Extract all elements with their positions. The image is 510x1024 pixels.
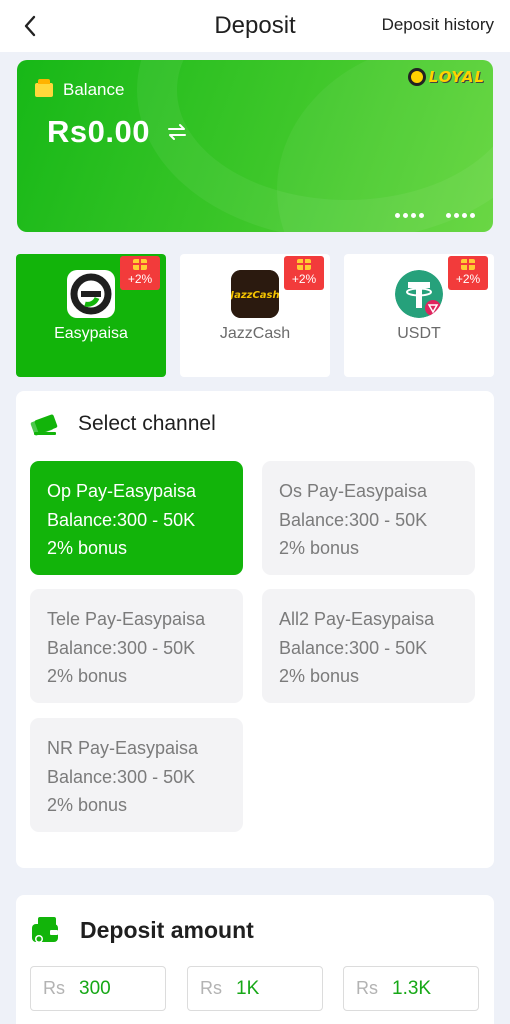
channel-name: All2 Pay-Easypaisa [279,609,435,629]
bonus-tag-text: +2% [127,272,153,286]
jazzcash-logo-icon: JazzCash [231,270,279,318]
channel-bonus: 2% bonus [279,666,360,686]
masked-card-number [395,213,475,218]
back-arrow-icon [24,15,36,37]
channel-option[interactable]: Op Pay-Easypaisa Balance:300 - 50K 2% bo… [30,461,243,575]
channel-bonus: 2% bonus [47,538,128,558]
deposit-amount-title: Deposit amount [80,916,254,943]
card-edit-icon [30,414,58,436]
payment-method-jazzcash[interactable]: JazzCash JazzCash +2% [180,254,330,377]
channel-name: Os Pay-Easypaisa [279,481,428,501]
payment-method-label: JazzCash [219,325,291,342]
channel-option[interactable]: All2 Pay-Easypaisa Balance:300 - 50K 2% … [262,589,475,703]
usdt-logo-icon [395,270,443,318]
channel-bonus: 2% bonus [279,538,360,558]
amount-option[interactable]: Rs 1K [187,966,323,1011]
bonus-tag: +2% [120,256,160,290]
payment-method-list: Easypaisa +2% JazzCash JazzCash +2% USDT… [16,254,494,377]
payment-method-label: Easypaisa [54,325,128,342]
wallet-icon [35,79,53,97]
balance-label-row: Balance [35,79,125,100]
money-wallet-icon [32,917,58,943]
easypaisa-logo-icon [67,270,115,318]
channel-option[interactable]: NR Pay-Easypaisa Balance:300 - 50K 2% bo… [30,718,243,832]
brand-emblem-icon [407,68,426,86]
gift-icon [297,259,311,270]
jazzcash-logo-text: JazzCash [231,290,279,301]
back-button[interactable] [14,10,46,42]
amount-value: 1K [236,977,260,999]
brand-logo: LOYAL [407,68,485,86]
deposit-amount-header: Deposit amount [30,915,254,945]
currency-label: Rs [43,978,65,998]
amount-value: 1.3K [392,977,432,999]
refresh-icon[interactable] [164,119,190,145]
top-bar: Deposit Deposit history [0,0,510,52]
amount-option[interactable]: Rs 300 [30,966,166,1011]
gift-icon [133,259,147,270]
gift-icon [461,259,475,270]
channel-option[interactable]: Os Pay-Easypaisa Balance:300 - 50K 2% bo… [262,461,475,575]
bonus-tag: +2% [448,256,488,290]
amount-value: 300 [79,977,111,999]
channel-range: Balance:300 - 50K [279,509,428,530]
bonus-tag-text: +2% [455,272,481,286]
balance-card: LOYAL Balance Rs0.00 [17,60,493,232]
channel-name: NR Pay-Easypaisa [47,738,199,758]
currency-label: Rs [200,978,222,998]
channel-range: Balance:300 - 50K [47,637,196,658]
channel-name: Op Pay-Easypaisa [47,481,197,501]
balance-amount-row: Rs0.00 [47,114,190,150]
bonus-tag-text: +2% [291,272,317,286]
deposit-history-link[interactable]: Deposit history [382,15,494,35]
channel-range: Balance:300 - 50K [279,637,428,658]
payment-method-easypaisa[interactable]: Easypaisa +2% [16,254,166,377]
bonus-tag: +2% [284,256,324,290]
channel-range: Balance:300 - 50K [47,766,196,787]
amount-option[interactable]: Rs 1.3K [343,966,479,1011]
balance-amount: Rs0.00 [47,114,150,149]
channel-bonus: 2% bonus [47,795,128,815]
channel-header: Select channel [30,411,216,437]
brand-name: LOYAL [428,68,485,86]
channel-range: Balance:300 - 50K [47,509,196,530]
currency-label: Rs [356,978,378,998]
payment-method-usdt[interactable]: USDT +2% [344,254,494,377]
deposit-amount-panel: Deposit amount Rs 300 Rs 1K Rs 1.3K [16,895,494,1024]
channel-section-title: Select channel [78,412,216,435]
channel-name: Tele Pay-Easypaisa [47,609,206,629]
channel-panel: Select channel Op Pay-Easypaisa Balance:… [16,391,494,868]
payment-method-label: USDT [397,325,441,342]
channel-bonus: 2% bonus [47,666,128,686]
balance-label: Balance [63,80,125,99]
channel-option[interactable]: Tele Pay-Easypaisa Balance:300 - 50K 2% … [30,589,243,703]
